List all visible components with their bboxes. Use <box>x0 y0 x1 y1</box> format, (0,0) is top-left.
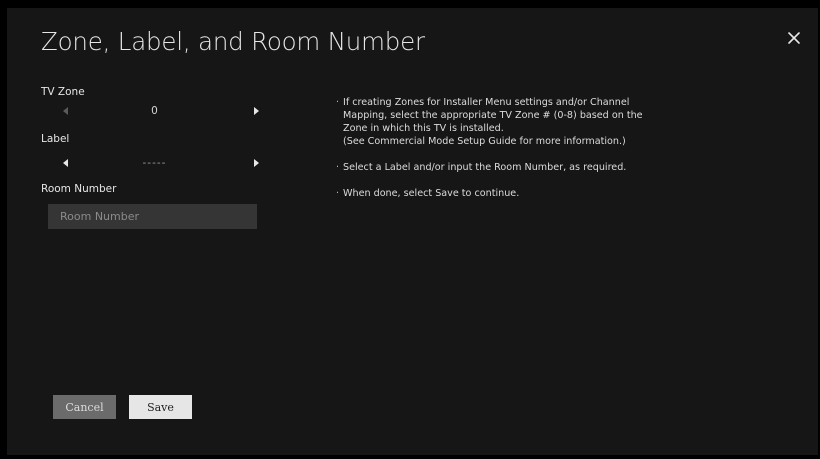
help-line: Mapping, select the appropriate TV Zone … <box>343 110 643 121</box>
help-item: · If creating Zones for Installer Menu s… <box>336 96 716 148</box>
help-line: If creating Zones for Installer Menu set… <box>343 97 630 108</box>
dialog-title: Zone, Label, and Room Number <box>41 27 425 56</box>
room-number-input[interactable] <box>48 204 257 229</box>
label-next-arrow-icon[interactable] <box>248 154 264 172</box>
tv-zone-label: TV Zone <box>41 86 85 98</box>
cancel-button[interactable]: Cancel <box>53 395 116 419</box>
label-selector[interactable]: ----- <box>52 154 272 172</box>
help-line: Select a Label and/or input the Room Num… <box>343 162 627 173</box>
label-prev-arrow-icon[interactable] <box>58 154 74 172</box>
tv-zone-next-arrow-icon[interactable] <box>248 102 264 120</box>
help-item: · Select a Label and/or input the Room N… <box>336 161 716 174</box>
label-field-label: Label <box>41 133 70 145</box>
help-line: When done, select Save to continue. <box>343 188 520 199</box>
help-item: · When done, select Save to continue. <box>336 187 716 200</box>
bullet: · <box>336 188 340 199</box>
tv-zone-selector[interactable]: 0 <box>52 102 272 120</box>
tv-settings-screen: Zone, Label, and Room Number TV Zone 0 L… <box>0 0 820 459</box>
bullet: · <box>336 97 340 108</box>
label-value: ----- <box>142 157 167 169</box>
bullet: · <box>336 162 340 173</box>
room-number-label: Room Number <box>41 183 117 195</box>
dialog-panel <box>7 8 818 455</box>
help-line: Zone in which this TV is installed. <box>343 123 504 134</box>
close-icon[interactable] <box>783 27 805 49</box>
save-button[interactable]: Save <box>129 395 192 419</box>
help-line: (See Commercial Mode Setup Guide for mor… <box>343 136 626 147</box>
tv-zone-prev-arrow-icon[interactable] <box>58 102 74 120</box>
tv-zone-value: 0 <box>151 105 158 117</box>
help-text: · If creating Zones for Installer Menu s… <box>336 96 716 213</box>
